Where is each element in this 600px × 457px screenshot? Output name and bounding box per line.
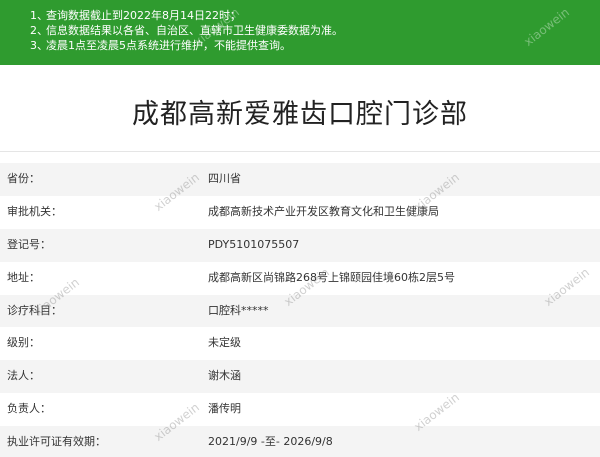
notice-text: 凌晨1点至凌晨5点系统进行维护，不能提供查询。 <box>46 39 291 52</box>
detail-label: 负责人： <box>7 402 51 416</box>
clinic-title: 成都高新爱雅齿口腔门诊部 <box>132 99 468 130</box>
notice-number: 2、 <box>30 24 48 37</box>
detail-value: PDY5101075507 <box>208 237 300 251</box>
notice-item: 1、查询数据截止到2022年8月14日22时； <box>30 8 600 23</box>
detail-value: 成都高新区尚锦路268号上锦颐园佳境60栋2层5号 <box>208 270 455 284</box>
notice-number: 3、 <box>30 39 48 52</box>
detail-value: 四川省 <box>208 172 241 185</box>
license-query-page: 1、查询数据截止到2022年8月14日22时； 2、信息数据结果以各省、自治区、… <box>0 0 600 457</box>
detail-value: 谢木涵 <box>208 369 241 383</box>
notice-text: 信息数据结果以各省、自治区、直辖市卫生健康委数据为准。 <box>46 24 343 37</box>
detail-value: 口腔科***** <box>208 303 269 317</box>
notice-number: 1、 <box>30 9 48 22</box>
detail-value: 2021/9/9 -至- 2026/9/8 <box>208 435 333 449</box>
detail-label: 地址： <box>7 270 40 284</box>
detail-value: 潘传明 <box>208 402 241 416</box>
notice-item: 3、凌晨1点至凌晨5点系统进行维护，不能提供查询。 <box>30 38 600 53</box>
detail-row-approval-authority: 审批机关： 成都高新技术产业开发区教育文化和卫生健康局 <box>0 195 600 229</box>
detail-row-registration-number: 登记号： PDY5101075507 <box>0 228 600 262</box>
detail-label: 省份： <box>7 172 40 185</box>
notice-item: 2、信息数据结果以各省、自治区、直辖市卫生健康委数据为准。 <box>30 23 600 38</box>
detail-row-treatment-subjects: 诊疗科目： 口腔科***** <box>0 294 600 328</box>
detail-value: 成都高新技术产业开发区教育文化和卫生健康局 <box>208 204 439 218</box>
detail-label: 法人： <box>7 369 40 383</box>
detail-row-address: 地址： 成都高新区尚锦路268号上锦颐园佳境60栋2层5号 <box>0 261 600 295</box>
details-table: 省份： 四川省 审批机关： 成都高新技术产业开发区教育文化和卫生健康局 登记号：… <box>0 163 600 457</box>
detail-label: 执业许可证有效期： <box>7 435 106 449</box>
detail-row-legal-person: 法人： 谢木涵 <box>0 360 600 394</box>
detail-label: 诊疗科目： <box>7 303 62 317</box>
detail-label: 登记号： <box>7 237 51 251</box>
detail-row-license-validity: 执业许可证有效期： 2021/9/9 -至- 2026/9/8 <box>0 426 600 457</box>
notice-text: 查询数据截止到2022年8月14日22时； <box>46 9 241 22</box>
detail-row-level: 级别： 未定级 <box>0 327 600 361</box>
detail-label: 级别： <box>7 336 40 350</box>
title-divider <box>0 151 600 152</box>
detail-row-person-in-charge: 负责人： 潘传明 <box>0 393 600 427</box>
detail-value: 未定级 <box>208 336 241 350</box>
detail-label: 审批机关： <box>7 204 62 218</box>
notice-banner: 1、查询数据截止到2022年8月14日22时； 2、信息数据结果以各省、自治区、… <box>0 0 600 65</box>
detail-row-province: 省份： 四川省 <box>0 163 600 196</box>
